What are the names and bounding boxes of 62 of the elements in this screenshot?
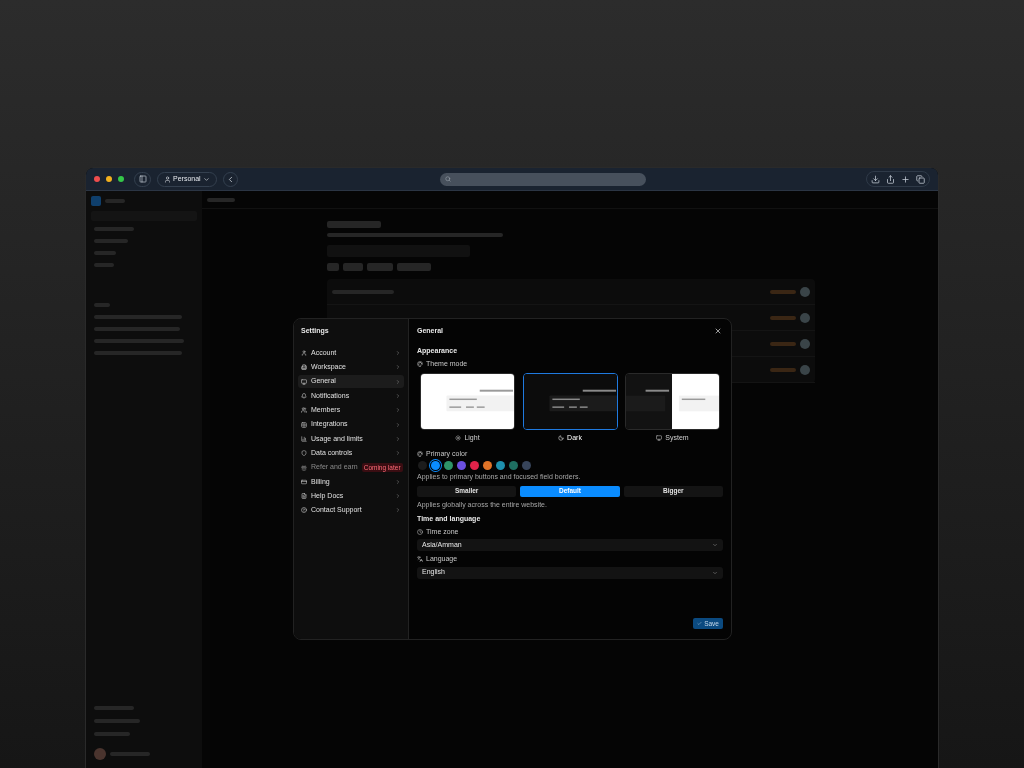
close-icon [714,327,722,335]
color-swatch[interactable] [509,461,518,470]
share-icon[interactable] [886,174,895,184]
document-icon [301,493,307,500]
user-icon [301,350,307,357]
user-icon [164,175,171,183]
chevron-down-icon [712,569,718,576]
chevron-right-icon [395,478,401,485]
color-swatch[interactable] [457,461,466,470]
blurred-text [327,221,381,228]
light-theme-preview[interactable] [420,373,515,430]
chevron-right-icon [395,450,401,457]
translate-icon [417,556,423,563]
close-button[interactable] [714,327,722,335]
color-swatch[interactable] [431,461,440,470]
bell-icon [301,393,307,400]
monitor-icon [301,378,307,385]
moon-icon [558,435,565,442]
shield-icon [301,450,307,457]
blurred-text [207,197,235,202]
blurred-text [770,289,796,294]
sun-icon [455,435,462,442]
gift-icon [301,464,307,471]
blurred-text [332,289,394,294]
blurred-text [770,341,796,346]
split-theme-preview[interactable] [625,373,720,430]
blurred-text [770,367,796,372]
bar-chart-icon [301,435,307,442]
color-swatch[interactable] [483,461,492,470]
download-icon[interactable] [871,174,880,184]
blurred-text [367,263,393,271]
users-icon [301,407,307,414]
palette-icon [417,360,423,367]
color-swatch[interactable] [496,461,505,470]
color-swatch[interactable] [470,461,479,470]
monitor-icon [656,435,663,442]
help-icon [301,507,307,514]
blurred-text [397,263,431,271]
color-swatch[interactable] [418,461,427,470]
clock-icon [417,528,423,535]
avatar [800,312,810,323]
blurred-text [770,315,796,320]
chevron-down-icon [202,175,210,183]
color-swatch[interactable] [444,461,453,470]
avatar [800,286,810,297]
avatar [800,338,810,349]
plus-icon[interactable] [901,174,910,184]
palette-icon [417,450,423,457]
avatar [800,364,810,375]
tabs-icon[interactable] [916,174,925,184]
dark-theme-preview[interactable] [522,373,618,430]
check-icon [697,621,703,626]
workspace-logo [91,196,101,206]
chevron-down-icon [712,542,718,548]
credit-card-icon [301,478,307,485]
building-icon [301,364,307,371]
search-icon [444,176,451,182]
grid-icon [301,421,307,428]
sidebar-icon [138,175,147,183]
blurred-text [343,263,363,271]
color-swatch[interactable] [522,461,531,470]
blurred-text [327,263,339,271]
